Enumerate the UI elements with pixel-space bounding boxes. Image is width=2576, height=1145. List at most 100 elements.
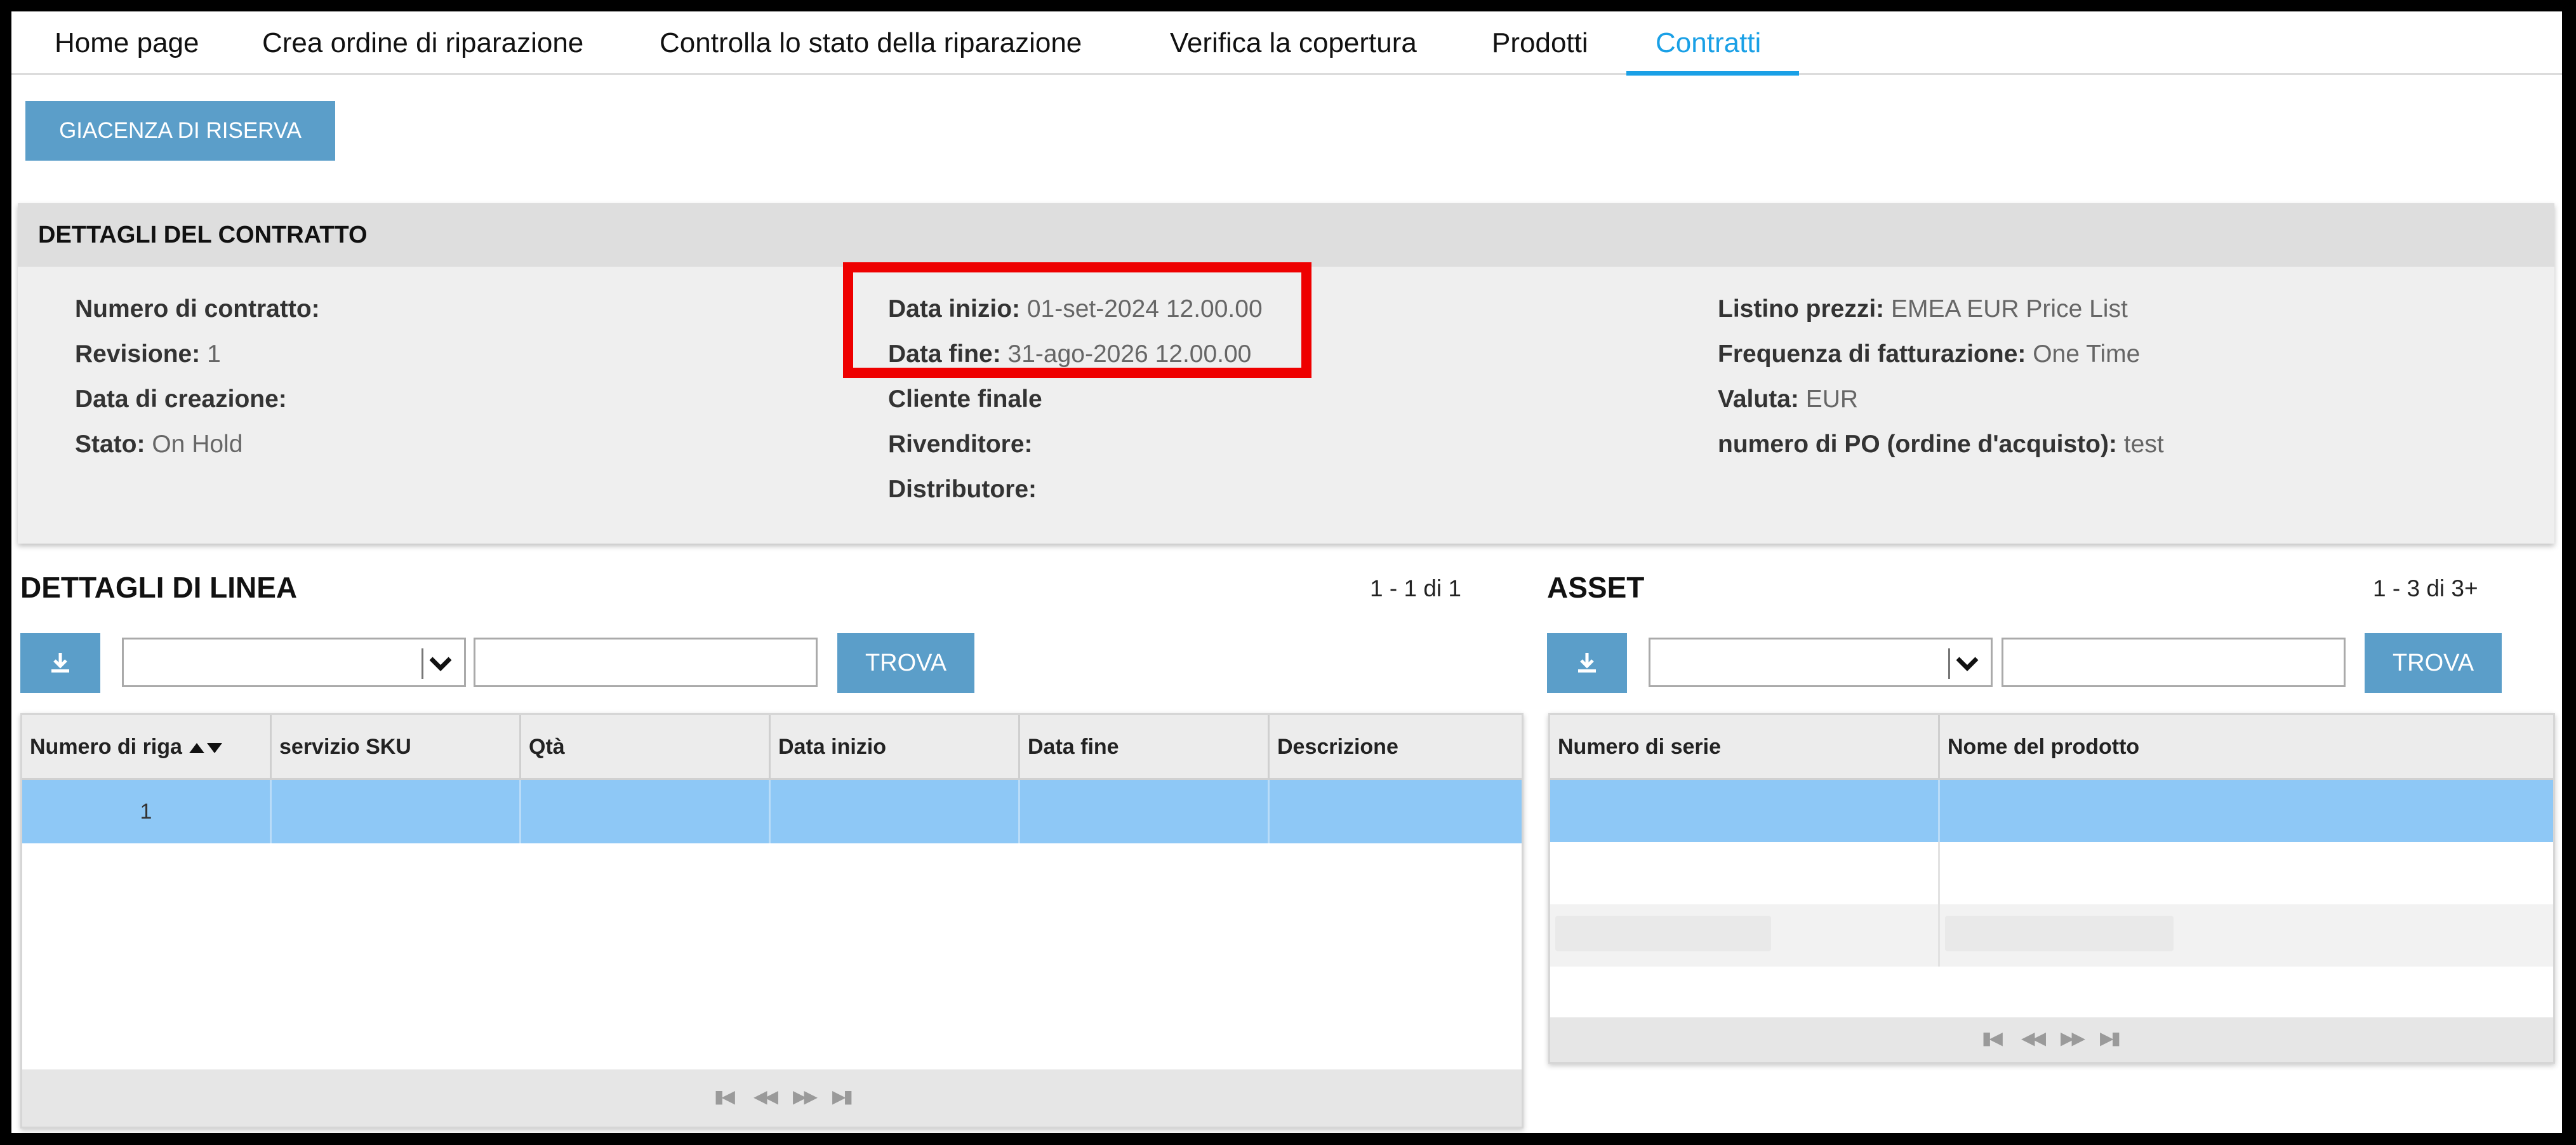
cell-description bbox=[1270, 780, 1522, 843]
revision-label: Revisione: bbox=[75, 340, 201, 368]
currency-label: Valuta: bbox=[1718, 385, 1799, 413]
tab-products[interactable]: Prodotti bbox=[1492, 11, 1588, 75]
currency-value: EUR bbox=[1805, 385, 1859, 413]
top-nav: Home page Crea ordine di riparazione Con… bbox=[11, 11, 2562, 76]
column-product-name[interactable]: Nome del prodotto bbox=[1940, 715, 2553, 779]
line-details-pager: ▮◀ ◀◀ ▶▶ ▶▮ bbox=[22, 1069, 1522, 1127]
price-list-field: Listino prezzi: EMEA EUR Price List bbox=[1718, 295, 2128, 323]
billing-frequency-label: Frequenza di fatturazione: bbox=[1718, 340, 2026, 368]
contract-details-title: DETTAGLI DEL CONTRATTO bbox=[18, 203, 2554, 267]
application-window: Home page Crea ordine di riparazione Con… bbox=[11, 11, 2562, 1133]
column-description[interactable]: Descrizione bbox=[1270, 715, 1522, 779]
cell-serial-number bbox=[1550, 904, 1940, 967]
column-serial-number[interactable]: Numero di serie bbox=[1550, 715, 1940, 779]
contract-number-field: Numero di contratto: bbox=[75, 295, 320, 323]
cell-quantity bbox=[521, 780, 771, 843]
price-list-value: EMEA EUR Price List bbox=[1891, 295, 2128, 323]
distributor-field: Distributore: bbox=[888, 476, 1037, 504]
end-customer-field: Cliente finale bbox=[888, 385, 1042, 413]
redacted-value bbox=[1945, 916, 2174, 951]
tab-create-repair-order[interactable]: Crea ordine di riparazione bbox=[262, 11, 583, 75]
distributor-label: Distributore: bbox=[888, 476, 1037, 503]
creation-date-field: Data di creazione: bbox=[75, 385, 287, 413]
next-page-icon[interactable]: ▶▶ bbox=[2061, 1028, 2085, 1048]
cell-product-name bbox=[1940, 842, 2553, 904]
revision-field: Revisione: 1 bbox=[75, 340, 221, 368]
tab-home-page[interactable]: Home page bbox=[55, 11, 199, 75]
column-line-number[interactable]: Numero di riga bbox=[22, 715, 272, 779]
cell-serial-number bbox=[1550, 780, 1940, 842]
po-number-field: numero di PO (ordine d'acquisto): test bbox=[1718, 431, 2164, 459]
assets-count: 1 - 3 di 3+ bbox=[2373, 575, 2478, 601]
active-tab-indicator bbox=[1626, 71, 1799, 76]
assets-find-button[interactable]: TROVA bbox=[2365, 633, 2502, 693]
reserve-stock-button[interactable]: GIACENZA DI RISERVA bbox=[25, 101, 335, 161]
first-page-icon[interactable]: ▮◀ bbox=[1982, 1028, 2003, 1048]
download-icon bbox=[51, 653, 69, 673]
line-details-grid: Numero di riga servizio SKU Qtà Data ini… bbox=[20, 713, 1524, 1128]
date-highlight-box bbox=[843, 262, 1311, 378]
line-details-download-button[interactable] bbox=[20, 633, 100, 693]
line-details-grid-header: Numero di riga servizio SKU Qtà Data ini… bbox=[22, 715, 1522, 780]
column-line-number-label: Numero di riga bbox=[30, 735, 182, 759]
reseller-field: Rivenditore: bbox=[888, 431, 1033, 459]
assets-filter-select[interactable] bbox=[1649, 638, 1993, 687]
status-value: On Hold bbox=[152, 431, 243, 458]
assets-download-button[interactable] bbox=[1547, 633, 1627, 693]
line-details-search-input[interactable] bbox=[474, 638, 818, 687]
revision-value: 1 bbox=[207, 340, 221, 368]
prev-page-icon[interactable]: ◀◀ bbox=[2021, 1028, 2046, 1048]
line-details-filter-select[interactable] bbox=[122, 638, 466, 687]
table-row[interactable]: 1 bbox=[22, 780, 1522, 843]
cell-end-date bbox=[1020, 780, 1270, 843]
table-row[interactable] bbox=[1550, 842, 2553, 904]
column-service-sku[interactable]: servizio SKU bbox=[272, 715, 521, 779]
select-separator bbox=[422, 648, 423, 679]
billing-frequency-field: Frequenza di fatturazione: One Time bbox=[1718, 340, 2140, 368]
end-customer-label: Cliente finale bbox=[888, 385, 1042, 413]
column-quantity[interactable]: Qtà bbox=[521, 715, 771, 779]
po-number-label: numero di PO (ordine d'acquisto): bbox=[1718, 431, 2117, 458]
tab-repair-status[interactable]: Controlla lo stato della riparazione bbox=[660, 11, 1082, 75]
cell-line-number: 1 bbox=[22, 780, 272, 843]
creation-date-label: Data di creazione: bbox=[75, 385, 287, 413]
assets-search-input[interactable] bbox=[2002, 638, 2346, 687]
cell-service-sku bbox=[272, 780, 521, 843]
chevron-down-icon bbox=[1956, 657, 1979, 671]
line-details-count: 1 - 1 di 1 bbox=[1370, 575, 1461, 601]
assets-title: ASSET bbox=[1547, 571, 1645, 604]
contract-number-label: Numero di contratto: bbox=[75, 295, 320, 323]
last-page-icon[interactable]: ▶▮ bbox=[2100, 1028, 2121, 1048]
prev-page-icon[interactable]: ◀◀ bbox=[754, 1086, 778, 1107]
table-row[interactable] bbox=[1550, 904, 2553, 967]
billing-frequency-value: One Time bbox=[2033, 340, 2141, 368]
last-page-icon[interactable]: ▶▮ bbox=[832, 1086, 853, 1107]
line-details-title: DETTAGLI DI LINEA bbox=[20, 571, 298, 604]
price-list-label: Listino prezzi: bbox=[1718, 295, 1885, 323]
redacted-value bbox=[1555, 916, 1771, 951]
status-label: Stato: bbox=[75, 431, 145, 458]
tab-verify-coverage[interactable]: Verifica la copertura bbox=[1170, 11, 1417, 75]
column-start-date[interactable]: Data inizio bbox=[771, 715, 1020, 779]
column-end-date[interactable]: Data fine bbox=[1020, 715, 1270, 779]
select-separator bbox=[1948, 648, 1950, 679]
cell-serial-number bbox=[1550, 842, 1940, 904]
tab-contracts[interactable]: Contratti bbox=[1656, 11, 1761, 75]
cell-product-name bbox=[1940, 780, 2553, 842]
first-page-icon[interactable]: ▮◀ bbox=[714, 1086, 735, 1107]
line-details-find-button[interactable]: TROVA bbox=[837, 633, 974, 693]
chevron-down-icon bbox=[429, 657, 452, 671]
status-field: Stato: On Hold bbox=[75, 431, 242, 459]
next-page-icon[interactable]: ▶▶ bbox=[793, 1086, 818, 1107]
table-row[interactable] bbox=[1550, 780, 2553, 842]
currency-field: Valuta: EUR bbox=[1718, 385, 1858, 413]
assets-grid-header: Numero di serie Nome del prodotto bbox=[1550, 715, 2553, 780]
cell-start-date bbox=[771, 780, 1020, 843]
assets-grid: Numero di serie Nome del prodotto ▮◀ ◀◀ … bbox=[1548, 713, 2555, 1064]
download-icon bbox=[1578, 653, 1596, 673]
reseller-label: Rivenditore: bbox=[888, 431, 1033, 458]
po-number-value: test bbox=[2123, 431, 2164, 458]
sort-icon bbox=[189, 743, 223, 754]
cell-product-name bbox=[1940, 904, 2553, 967]
assets-pager: ▮◀ ◀◀ ▶▶ ▶▮ bbox=[1550, 1017, 2553, 1062]
